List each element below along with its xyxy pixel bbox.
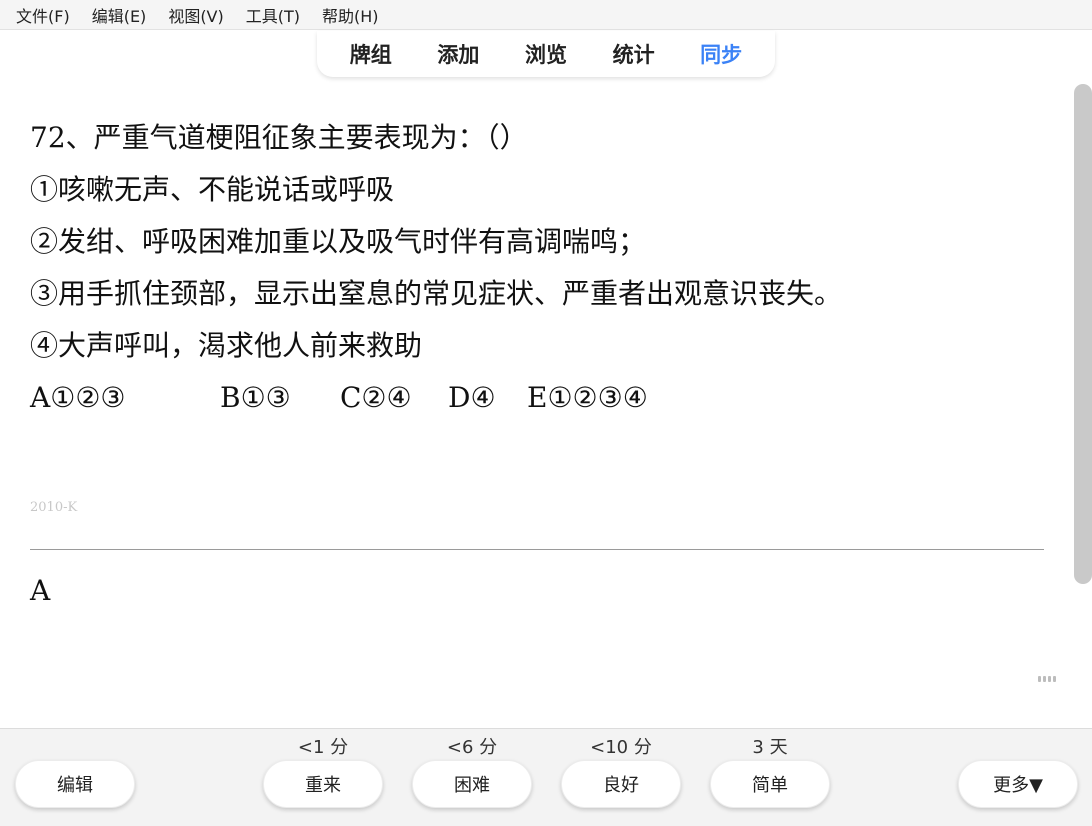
- tab-sync[interactable]: 同步: [700, 39, 742, 69]
- question-item-1: ①咳嗽无声、不能说话或呼吸: [30, 173, 395, 206]
- menu-view[interactable]: 视图(V): [168, 3, 223, 27]
- more-button[interactable]: 更多▼: [958, 760, 1078, 808]
- interval-easy: 3 天: [752, 737, 788, 758]
- again-button[interactable]: 重来: [263, 760, 383, 808]
- question-item-2: ②发绀、呼吸困难加重以及吸气时伴有高调喘鸣；: [30, 225, 647, 258]
- question-text: 72、严重气道梗阻征象主要表现为：（）: [30, 121, 528, 154]
- tab-add[interactable]: 添加: [437, 39, 479, 69]
- question-item-4: ④大声呼叫，渴求他人前来救助: [30, 329, 423, 362]
- card-tag: 2010-K: [30, 500, 78, 515]
- option-a: A①②③: [30, 381, 126, 414]
- menu-file[interactable]: 文件(F): [16, 3, 70, 27]
- option-c: C②④: [340, 381, 412, 414]
- good-button[interactable]: 良好: [561, 760, 681, 808]
- option-e: E①②③④: [527, 381, 648, 414]
- interval-again: <1 分: [297, 737, 349, 758]
- answer-options: A①②③ B①③ C②④ D④ E①②③④: [30, 372, 1040, 424]
- menu-bar: 文件(F) 编辑(E) 视图(V) 工具(T) 帮助(H): [0, 0, 1092, 30]
- menu-help[interactable]: 帮助(H): [322, 3, 379, 27]
- tab-browse[interactable]: 浏览: [525, 39, 567, 69]
- resize-grip-icon[interactable]: [1038, 676, 1056, 682]
- tab-stats[interactable]: 统计: [613, 39, 655, 69]
- card-answer: A: [30, 574, 51, 607]
- answer-bar: 编辑 <1 分 重来 <6 分 困难 <10 分 良好 3 天 简单 更多▼: [0, 728, 1092, 826]
- option-d: D④: [448, 381, 496, 414]
- scrollbar-thumb[interactable]: [1074, 84, 1092, 584]
- question-item-3: ③用手抓住颈部，显示出窒息的常见症状、严重者出观意识丧失。: [30, 277, 843, 310]
- answer-divider: [30, 549, 1044, 550]
- option-b: B①③: [220, 381, 291, 414]
- easy-button[interactable]: 简单: [710, 760, 830, 808]
- menu-tools[interactable]: 工具(T): [246, 3, 300, 27]
- hard-button[interactable]: 困难: [412, 760, 532, 808]
- card-question: 72、严重气道梗阻征象主要表现为：（） ①咳嗽无声、不能说话或呼吸 ②发绀、呼吸…: [30, 112, 1040, 424]
- tab-decks[interactable]: 牌组: [350, 39, 392, 69]
- interval-good: <10 分: [590, 737, 652, 758]
- edit-button[interactable]: 编辑: [15, 760, 135, 808]
- menu-edit[interactable]: 编辑(E): [92, 3, 147, 27]
- interval-hard: <6 分: [446, 737, 498, 758]
- main-toolbar: 牌组 添加 浏览 统计 同步: [317, 31, 775, 77]
